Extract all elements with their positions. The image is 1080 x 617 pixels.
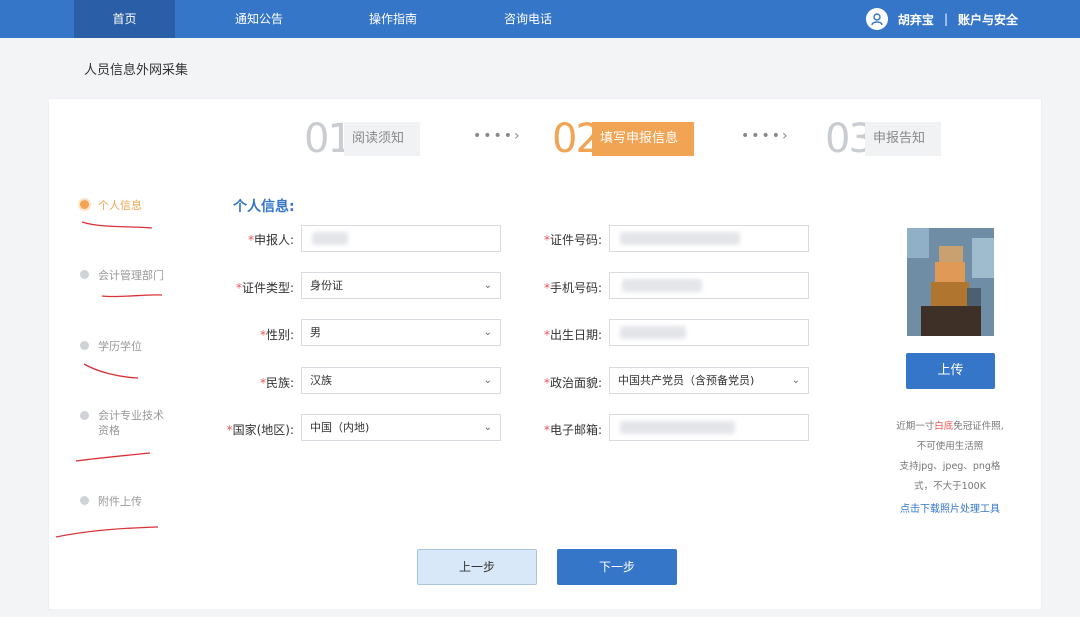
birth-date-label: *出生日期:	[543, 328, 602, 342]
chevron-down-icon: ⌄	[483, 375, 492, 386]
step-arrow-2: ••••›	[741, 128, 790, 144]
nav-separator: |	[943, 12, 948, 26]
ethnicity-select[interactable]: 汉族 ⌄	[301, 367, 501, 394]
photo-note-line-1: 近期一寸白底免冠证件照,	[896, 421, 1004, 432]
ethnicity-label: *民族:	[259, 376, 294, 390]
step-3-label: 申报告知	[865, 122, 942, 156]
chevron-down-icon: ⌄	[483, 280, 492, 291]
step-1: 01 阅读须知	[304, 116, 421, 162]
nav-guide[interactable]: 操作指南	[343, 0, 443, 38]
step-1-label: 阅读须知	[344, 122, 421, 156]
applicant-input[interactable]	[301, 225, 501, 252]
country-label: *国家(地区):	[226, 423, 294, 437]
birth-date-input[interactable]	[609, 319, 809, 346]
gender-label: *性别:	[259, 328, 294, 342]
photo-note-line-4: 式，不大于100K	[914, 481, 986, 492]
id-photo-preview	[907, 228, 994, 336]
photo-tool-download-link[interactable]: 点击下载照片处理工具	[880, 500, 1020, 515]
user-area: 胡弃宝 | 账户与安全	[865, 0, 1018, 38]
step-3: 03 申报告知	[825, 116, 942, 162]
chevron-down-icon: ⌄	[791, 375, 800, 386]
email-label: *电子邮箱:	[543, 423, 602, 437]
id-type-label: *证件类型:	[235, 281, 294, 295]
step-1-number: 01	[304, 116, 353, 162]
user-avatar-icon[interactable]	[865, 8, 888, 30]
email-input[interactable]	[609, 414, 809, 441]
red-annotation-scribbles	[55, 221, 163, 538]
gender-select[interactable]: 男 ⌄	[301, 319, 501, 346]
country-select[interactable]: 中国（内地) ⌄	[301, 414, 501, 441]
id-type-select[interactable]: 身份证 ⌄	[301, 272, 501, 299]
photo-note-line-3: 支持jpg、jpeg、png格	[899, 461, 1001, 472]
id-number-label: *证件号码:	[543, 233, 602, 247]
prev-step-button[interactable]: 上一步	[417, 549, 537, 585]
political-status-select[interactable]: 中国共产党员（含预备党员) ⌄	[609, 367, 809, 394]
nav-hotline[interactable]: 咨询电话	[478, 0, 578, 38]
chevron-down-icon: ⌄	[483, 422, 492, 433]
next-step-button[interactable]: 下一步	[557, 549, 677, 585]
upload-button[interactable]: 上传	[906, 353, 995, 389]
phone-input[interactable]	[609, 272, 809, 299]
chevron-down-icon: ⌄	[483, 327, 492, 338]
photo-note-line-2: 不可使用生活照	[916, 441, 984, 452]
step-2: 02 填写申报信息	[552, 116, 695, 162]
applicant-label: *申报人:	[247, 233, 294, 247]
step-3-number: 03	[825, 116, 874, 162]
nav-notices[interactable]: 通知公告	[209, 0, 309, 38]
step-arrow-1: ••••›	[473, 128, 522, 144]
political-status-label: *政治面貌:	[543, 376, 602, 390]
user-name[interactable]: 胡弃宝	[898, 11, 934, 28]
step-2-label: 填写申报信息	[592, 122, 695, 156]
account-security-link[interactable]: 账户与安全	[958, 11, 1018, 28]
section-title: 个人信息:	[233, 199, 295, 215]
phone-label: *手机号码:	[543, 281, 602, 295]
id-number-input[interactable]	[609, 225, 809, 252]
step-2-number: 02	[552, 116, 601, 162]
